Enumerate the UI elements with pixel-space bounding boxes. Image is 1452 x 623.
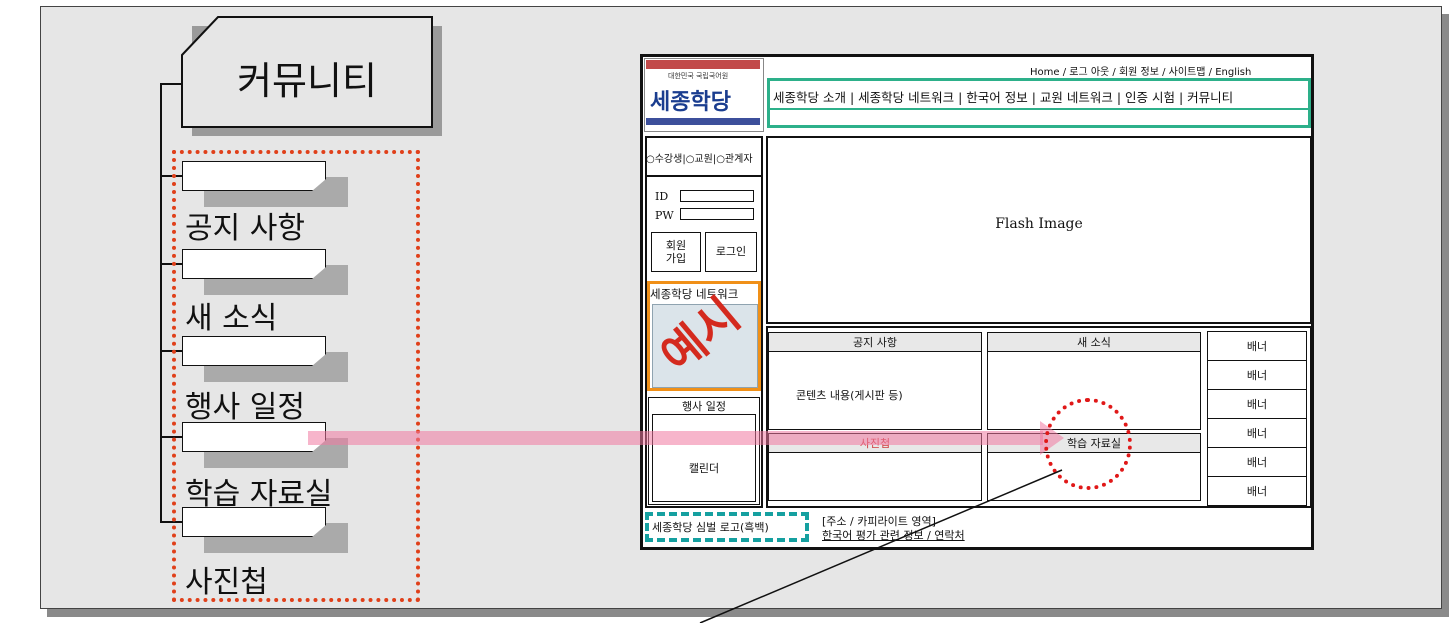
pointer-line — [699, 469, 1063, 623]
